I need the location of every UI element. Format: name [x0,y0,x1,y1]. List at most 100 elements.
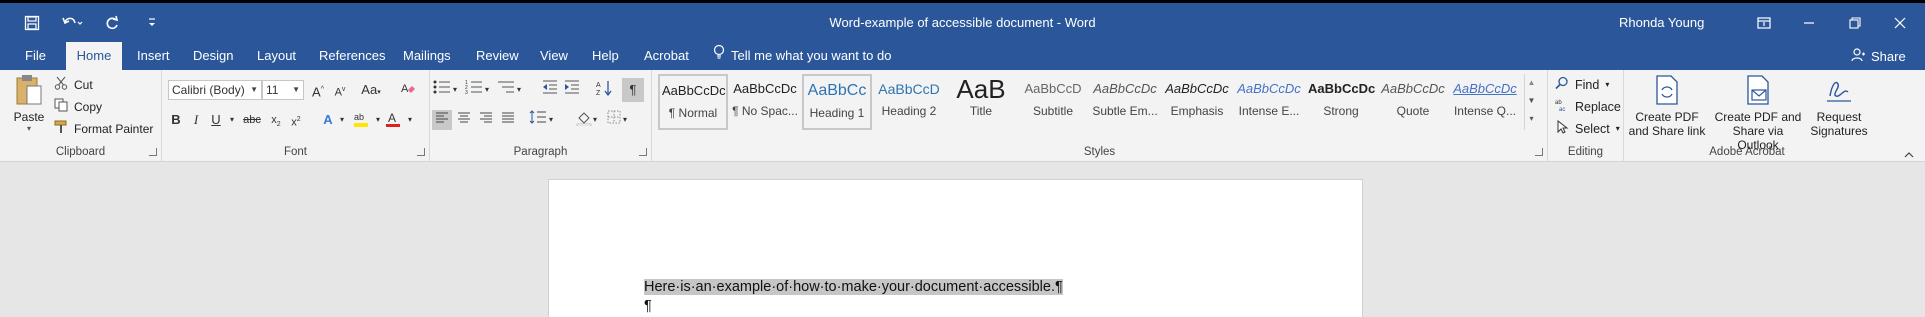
align-right-icon[interactable] [476,110,496,130]
tab-review[interactable]: Review [476,42,519,70]
tab-help[interactable]: Help [592,42,619,70]
font-name-select[interactable]: Calibri (Body) ▼ [168,80,262,100]
align-left-icon[interactable] [432,110,452,130]
selected-text[interactable]: Here·is·an·example·of·how·to·make·your·d… [644,279,1063,295]
align-center-icon[interactable] [454,110,474,130]
tab-insert[interactable]: Insert [137,42,170,70]
shading-dropdown-icon[interactable]: ▾ [590,110,600,130]
style-subtitle[interactable]: AaBbCcD Subtitle [1018,74,1088,130]
multilevel-dropdown-icon[interactable]: ▾ [514,80,524,100]
paragraph-mark[interactable]: ¶ [644,298,652,314]
clear-formatting-icon[interactable]: A [398,80,418,100]
style-no-spacing[interactable]: AaBbCcDc ¶ No Spac... [730,74,800,130]
paste-button[interactable]: Paste ▾ [12,74,46,133]
style-emphasis[interactable]: AaBbCcDc Emphasis [1162,74,1232,130]
document-page[interactable]: Here·is·an·example·of·how·to·make·your·d… [548,179,1363,317]
paste-dropdown-icon[interactable]: ▾ [12,124,46,133]
sort-icon[interactable]: AZ [594,80,614,100]
increase-indent-icon[interactable] [562,80,582,100]
strikethrough-icon[interactable]: abc [240,110,264,130]
tab-design[interactable]: Design [193,42,233,70]
tab-acrobat[interactable]: Acrobat [644,42,689,70]
share-button[interactable]: Share [1851,42,1906,70]
style-name: ¶ Normal [668,106,718,120]
collapse-ribbon-icon[interactable] [1904,148,1914,158]
style-strong[interactable]: AaBbCcDc Strong [1306,74,1376,130]
style-subtle-emphasis[interactable]: AaBbCcDc Subtle Em... [1090,74,1160,130]
tab-home[interactable]: Home [66,42,122,70]
format-painter-button[interactable]: Format Painter [54,120,153,137]
line-spacing-dropdown-icon[interactable]: ▾ [546,110,556,130]
create-pdf-line1: Create PDF [1635,110,1699,124]
text-effects-dropdown-icon[interactable]: ▾ [332,110,352,130]
restore-icon[interactable] [1840,10,1870,36]
paragraph-dialog-launcher-icon[interactable] [639,148,647,156]
styles-group-label: Styles [1083,146,1116,158]
underline-dropdown-icon[interactable]: ▾ [222,110,242,130]
numbering-icon[interactable]: 123 [464,80,484,100]
superscript-icon[interactable]: x2 [286,110,306,130]
find-button[interactable]: Find ▾ [1555,76,1609,93]
bold-icon[interactable]: B [166,110,186,130]
scroll-down-icon[interactable]: ▼ [1525,92,1538,110]
decrease-indent-icon[interactable] [540,80,560,100]
copy-button[interactable]: Copy [54,98,102,115]
tab-view[interactable]: View [540,42,568,70]
style-normal[interactable]: AaBbCcDc ¶ Normal [658,74,728,130]
replace-button[interactable]: ab ac Replace [1555,98,1621,115]
font-color-dropdown-icon[interactable]: ▾ [400,110,420,130]
clipboard-dialog-launcher-icon[interactable] [149,148,157,156]
multilevel-list-icon[interactable] [496,80,516,100]
tab-file[interactable]: File [25,42,46,70]
styles-gallery: AaBbCcDc ¶ Normal AaBbCcDc ¶ No Spac... … [658,74,1524,134]
font-dialog-launcher-icon[interactable] [417,148,425,156]
style-sample: AaBbCcDc [1453,81,1517,96]
user-name[interactable]: Rhonda Young [1619,15,1704,30]
tab-mailings[interactable]: Mailings [403,42,451,70]
grow-font-icon[interactable]: A^ [308,80,328,100]
chevron-down-icon: ▼ [292,85,300,94]
create-pdf-share-link-button[interactable]: Create PDF and Share link [1627,74,1707,138]
minimize-icon[interactable] [1794,10,1824,36]
bullets-icon[interactable] [432,80,452,100]
change-case-icon[interactable]: Aa▾ [356,80,386,100]
outlook-line1: Create PDF and [1714,110,1802,124]
show-formatting-marks-icon[interactable]: ¶ [622,78,644,102]
styles-gallery-scroller[interactable]: ▲ ▼ ▾ [1524,74,1538,130]
style-name: Heading 2 [881,104,937,118]
style-sample: AaB [956,74,1006,104]
subscript-icon[interactable]: x2 [266,110,286,130]
bullets-dropdown-icon[interactable]: ▾ [450,80,460,100]
numbering-dropdown-icon[interactable]: ▾ [482,80,492,100]
svg-text:Z: Z [596,90,601,96]
document-paragraph[interactable]: Here·is·an·example·of·how·to·make·your·d… [644,279,1063,295]
request-signatures-button[interactable]: Request Signatures [1808,74,1870,138]
tab-references[interactable]: References [319,42,385,70]
close-icon[interactable] [1885,10,1915,36]
create-pdf-share-outlook-button[interactable]: Create PDF and Share via Outlook [1712,74,1804,152]
italic-icon[interactable]: I [186,110,206,130]
line-spacing-icon[interactable] [528,110,548,130]
style-quote[interactable]: AaBbCcDc Quote [1378,74,1448,130]
request-line1: Request [1816,110,1862,124]
tab-layout[interactable]: Layout [257,42,296,70]
style-intense-emphasis[interactable]: AaBbCcDc Intense E... [1234,74,1304,130]
style-intense-quote[interactable]: AaBbCcDc Intense Q... [1450,74,1520,130]
styles-dialog-launcher-icon[interactable] [1535,148,1543,156]
cut-button[interactable]: Cut [54,76,93,93]
find-dropdown-icon: ▾ [1605,80,1610,89]
style-name: Subtle Em... [1092,104,1158,118]
font-size-select[interactable]: 11 ▼ [262,80,304,100]
ribbon-display-options-icon[interactable] [1749,10,1779,36]
style-heading-1[interactable]: AaBbCc Heading 1 [802,74,872,130]
justify-icon[interactable] [498,110,518,130]
style-heading-2[interactable]: AaBbCcD Heading 2 [874,74,944,130]
style-title[interactable]: AaB Title [946,74,1016,130]
select-button[interactable]: Select ▾ [1555,119,1620,137]
shrink-font-icon[interactable]: Av [330,80,350,100]
borders-dropdown-icon[interactable]: ▾ [620,110,630,130]
scroll-up-icon[interactable]: ▲ [1525,74,1538,92]
more-styles-icon[interactable]: ▾ [1525,110,1538,128]
paste-label: Paste [13,110,45,124]
tell-me-search[interactable]: Tell me what you want to do [713,42,891,70]
